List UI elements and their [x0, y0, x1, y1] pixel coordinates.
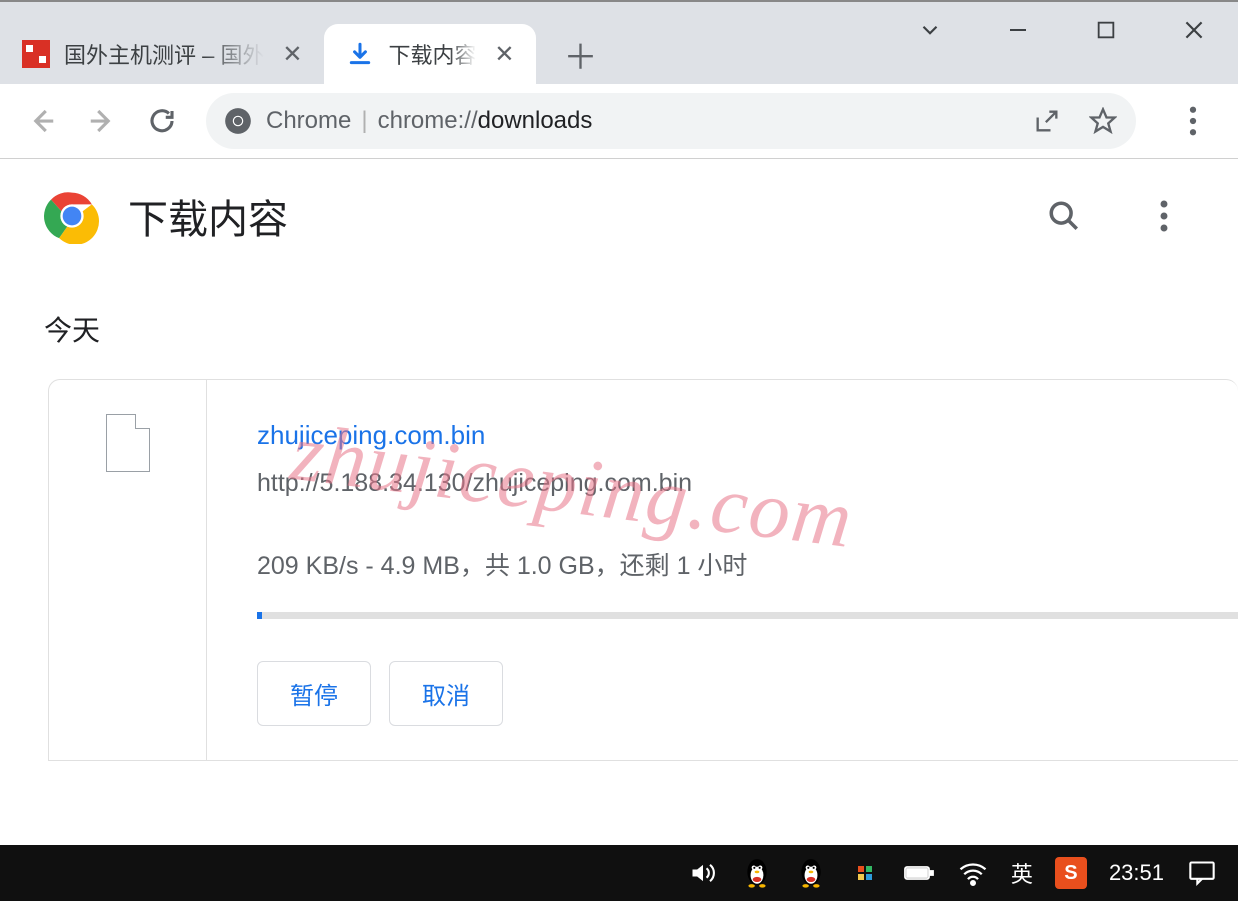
download-source-url: http://5.188.34.130/zhujiceping.com.bin [257, 469, 1238, 498]
reload-button[interactable] [132, 91, 192, 151]
qq-icon[interactable] [741, 857, 773, 889]
search-downloads-button[interactable] [1044, 196, 1084, 236]
wifi-icon[interactable] [957, 857, 989, 889]
cancel-button[interactable]: 取消 [389, 661, 503, 726]
download-filename[interactable]: zhujiceping.com.bin [257, 420, 1238, 451]
page-title: 下载内容 [128, 187, 288, 245]
new-tab-button[interactable]: ＋ [554, 28, 606, 80]
bookmark-icon[interactable] [1088, 106, 1118, 136]
volume-icon[interactable] [687, 857, 719, 889]
close-tab-icon[interactable]: ✕ [490, 40, 518, 68]
file-icon [106, 414, 150, 472]
close-tab-icon[interactable]: ✕ [278, 40, 306, 68]
active-tab[interactable]: 下载内容 ✕ [324, 24, 536, 84]
app-grid-icon[interactable] [849, 857, 881, 889]
downloads-menu-button[interactable] [1144, 196, 1184, 236]
close-window-button[interactable] [1150, 2, 1238, 58]
clock[interactable]: 23:51 [1109, 860, 1164, 886]
inactive-tab[interactable]: 国外主机测评 – 国外 ✕ [0, 24, 324, 84]
sogou-ime-icon[interactable]: S [1055, 857, 1087, 889]
browser-menu-button[interactable] [1168, 96, 1218, 146]
tab-title: 下载内容 [388, 38, 476, 70]
battery-icon[interactable] [903, 857, 935, 889]
site-favicon [22, 40, 50, 68]
back-button[interactable] [12, 91, 72, 151]
section-today-label: 今天 [0, 273, 1238, 361]
maximize-button[interactable] [1062, 2, 1150, 58]
download-progress-bar [257, 612, 1238, 619]
tab-search-button[interactable] [886, 2, 974, 58]
download-icon [346, 40, 374, 68]
notifications-icon[interactable] [1186, 857, 1218, 889]
chrome-label: Chrome [266, 107, 351, 135]
address-bar[interactable]: Chrome | chrome://downloads [206, 93, 1136, 149]
chrome-icon [224, 107, 252, 135]
chrome-logo-icon [44, 188, 100, 244]
qq-icon[interactable] [795, 857, 827, 889]
minimize-button[interactable] [974, 2, 1062, 58]
url-text: chrome://downloads [378, 107, 593, 135]
forward-button[interactable] [72, 91, 132, 151]
pause-button[interactable]: 暂停 [257, 661, 371, 726]
ime-language[interactable]: 英 [1011, 857, 1033, 889]
share-icon[interactable] [1032, 106, 1062, 136]
tab-title: 国外主机测评 – 国外 [64, 38, 264, 70]
download-status: 209 KB/s - 4.9 MB，共 1.0 GB，还剩 1 小时 [257, 546, 1238, 582]
download-item: zhujiceping.com.bin http://5.188.34.130/… [48, 379, 1238, 761]
